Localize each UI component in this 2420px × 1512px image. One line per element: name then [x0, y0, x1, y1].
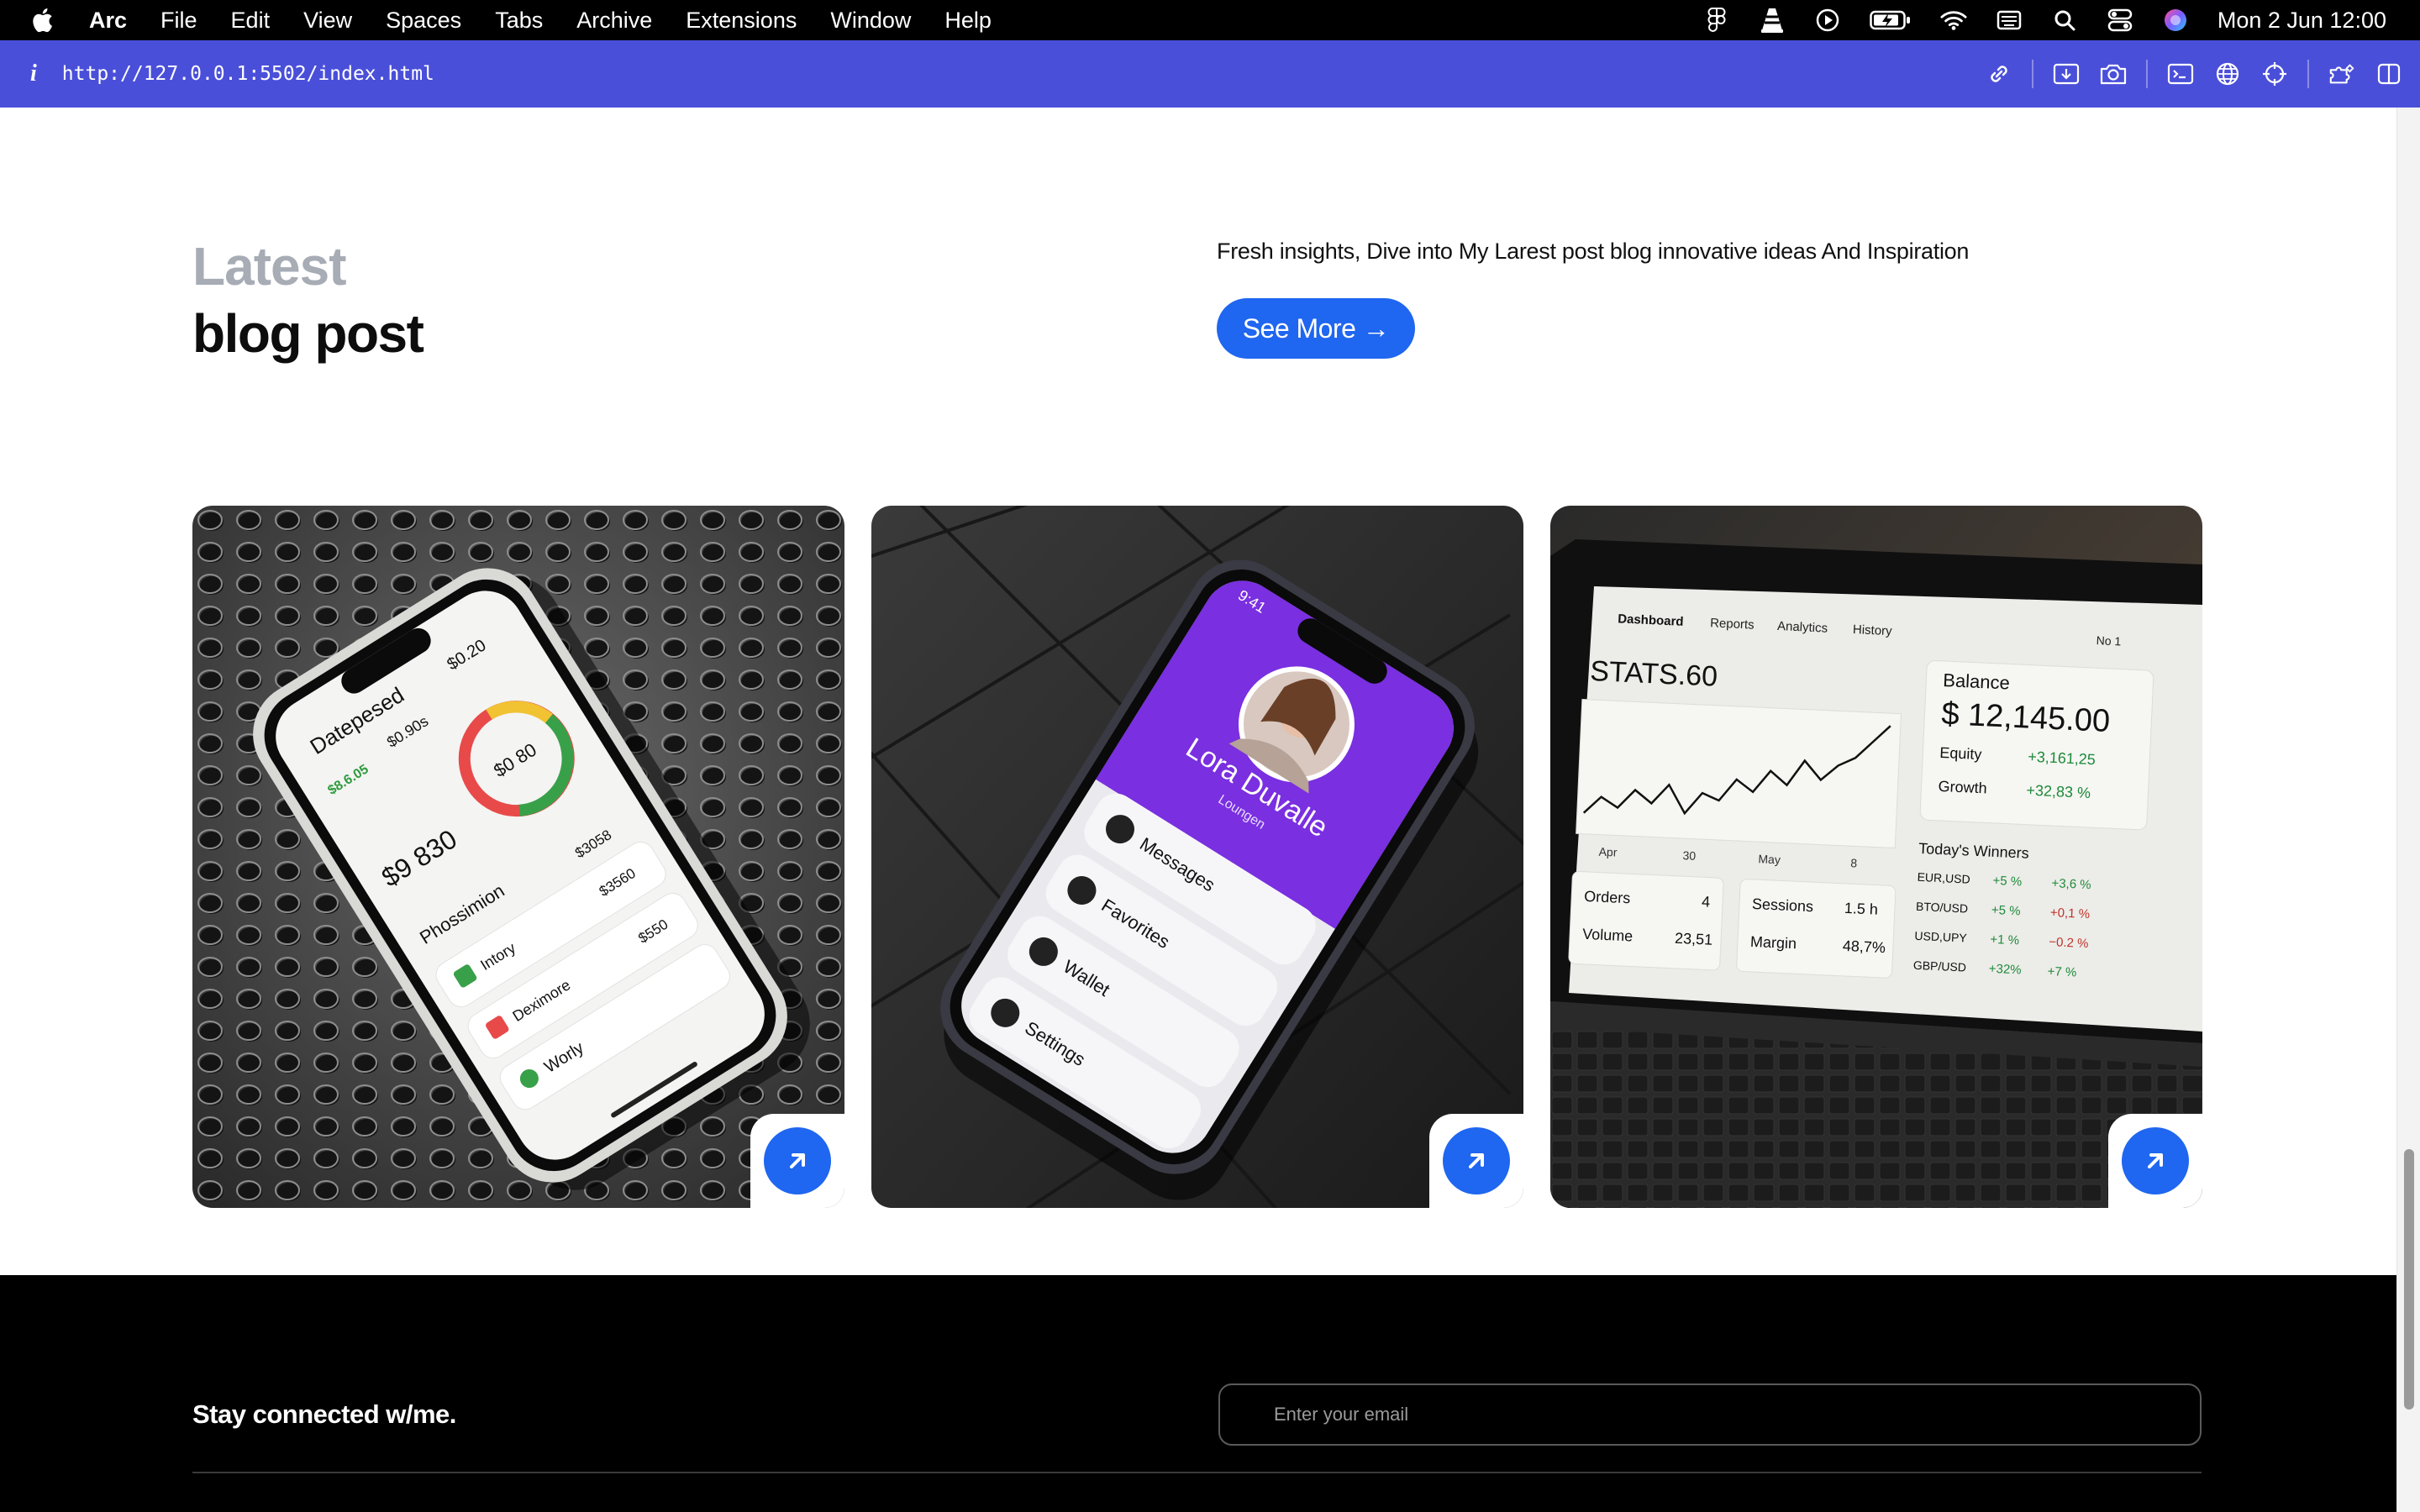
- keyboard-icon[interactable]: [1996, 7, 2023, 34]
- siri-icon[interactable]: [2162, 7, 2189, 34]
- winner-b-4: +7 %: [2047, 964, 2076, 980]
- menu-extensions[interactable]: Extensions: [686, 8, 797, 34]
- menu-spaces[interactable]: Spaces: [386, 8, 461, 34]
- section-title-top: Latest: [192, 236, 346, 297]
- orders-label: Orders: [1584, 888, 1631, 906]
- arrow-up-right-icon: [1469, 1153, 1484, 1168]
- winner-pair-2: BTO/USD: [1916, 900, 1969, 916]
- blog-card-3[interactable]: Dashboard Reports Analytics History No 1…: [1550, 506, 2202, 1208]
- control-center-icon[interactable]: [2107, 7, 2133, 34]
- browser-url-bar: i http://127.0.0.1:5502/index.html: [0, 40, 2420, 108]
- volume-label: Volume: [1582, 926, 1634, 945]
- address-text[interactable]: http://127.0.0.1:5502/index.html: [62, 63, 434, 85]
- stats-title: STATS.60: [1590, 655, 1718, 693]
- winner-b-3: −0.2 %: [2049, 935, 2089, 951]
- arrow-up-right-icon: [790, 1153, 805, 1168]
- toolbar-divider: [2307, 60, 2309, 88]
- camera-icon[interactable]: [2099, 60, 2128, 88]
- menu-file[interactable]: File: [160, 8, 197, 34]
- margin-value: 48,7%: [1842, 937, 1886, 956]
- menu-archive[interactable]: Archive: [576, 8, 652, 34]
- toolbar-divider: [2146, 60, 2148, 88]
- page-scrollbar[interactable]: [2396, 108, 2420, 1512]
- winner-pair-3: USD,UPY: [1914, 929, 1968, 945]
- sessions-label: Sessions: [1752, 895, 1814, 915]
- winner-a-2: +5 %: [1991, 903, 2021, 919]
- stats-dashboard-laptop: Dashboard Reports Analytics History No 1…: [1550, 506, 2202, 1208]
- email-input[interactable]: [1218, 1383, 2202, 1446]
- open-post-button[interactable]: [2122, 1127, 2189, 1194]
- figma-icon[interactable]: [1703, 7, 1730, 34]
- nav-badge: No 1: [2096, 633, 2121, 648]
- winner-pair-1: EUR,USD: [1917, 870, 1970, 886]
- orders-value: 4: [1702, 893, 1711, 910]
- menubar-clock[interactable]: Mon 2 Jun 12:00: [2217, 8, 2386, 34]
- equity-label: Equity: [1939, 744, 1982, 763]
- terminal-icon[interactable]: [2166, 60, 2195, 88]
- x-tick-may: May: [1758, 852, 1781, 866]
- vlc-icon[interactable]: [1759, 7, 1786, 34]
- menu-edit[interactable]: Edit: [231, 8, 271, 34]
- apple-logo-icon[interactable]: [32, 5, 57, 35]
- open-post-button[interactable]: [1443, 1127, 1510, 1194]
- finance-app-phone-mockup: Datepesed $0.20 $0.90s $8.6.05 $0 80 $9 …: [192, 506, 844, 1208]
- growth-label: Growth: [1938, 778, 1987, 797]
- volume-value: 23,51: [1675, 930, 1713, 948]
- sessions-value: 1.5 h: [1844, 900, 1878, 918]
- winner-a-1: +5 %: [1992, 874, 2022, 890]
- nav-history: History: [1853, 622, 1893, 638]
- see-more-button[interactable]: See More →: [1217, 298, 1415, 359]
- blog-card-2[interactable]: 9:41 Lora Duvalle Loungen Messages Favor…: [871, 506, 1523, 1208]
- section-title: blog post: [192, 303, 424, 364]
- margin-label: Margin: [1750, 933, 1797, 952]
- wifi-icon[interactable]: [1940, 7, 1967, 34]
- app-menu-arc[interactable]: Arc: [89, 8, 127, 34]
- balance-label: Balance: [1943, 669, 2011, 694]
- nav-analytics: Analytics: [1777, 619, 1828, 636]
- winner-pair-4: GBP/USD: [1913, 958, 1967, 974]
- menu-view[interactable]: View: [303, 8, 352, 34]
- globe-icon[interactable]: [2213, 60, 2242, 88]
- toolbar-divider: [2032, 60, 2033, 88]
- download-icon[interactable]: [2052, 60, 2081, 88]
- nav-dashboard: Dashboard: [1618, 612, 1684, 629]
- winner-b-2: +0,1 %: [2050, 906, 2091, 921]
- play-icon[interactable]: [1814, 7, 1841, 34]
- profile-app-phone-mockup: 9:41 Lora Duvalle Loungen Messages Favor…: [871, 506, 1523, 1208]
- crosshair-icon[interactable]: [2260, 60, 2289, 88]
- battery-icon: [1870, 7, 1912, 34]
- winner-a-4: +32%: [1988, 962, 2022, 978]
- link-icon[interactable]: [1985, 60, 2013, 88]
- blog-card-1[interactable]: Datepesed $0.20 $0.90s $8.6.05 $0 80 $9 …: [192, 506, 844, 1208]
- menu-tabs[interactable]: Tabs: [495, 8, 543, 34]
- winner-b-1: +3,6 %: [2051, 876, 2091, 892]
- arrow-up-right-icon: [2148, 1153, 2163, 1168]
- growth-value: +32,83 %: [2026, 782, 2091, 801]
- open-post-button[interactable]: [764, 1127, 831, 1194]
- x-tick-apr: Apr: [1598, 845, 1618, 859]
- menu-window[interactable]: Window: [830, 8, 911, 34]
- x-tick-8: 8: [1850, 856, 1858, 869]
- menu-help[interactable]: Help: [944, 8, 992, 34]
- footer-divider: [192, 1472, 2202, 1473]
- newsletter-heading: Stay connected w/me.: [192, 1399, 456, 1429]
- search-icon[interactable]: [2051, 7, 2078, 34]
- x-tick-30: 30: [1682, 848, 1696, 863]
- site-info-icon[interactable]: i: [30, 60, 37, 87]
- equity-value: +3,161,25: [2028, 748, 2096, 769]
- macos-menubar: Arc File Edit View Spaces Tabs Archive E…: [0, 0, 2420, 40]
- nav-reports: Reports: [1710, 616, 1754, 632]
- section-description: Fresh insights, Dive into My Larest post…: [1217, 239, 1970, 264]
- scrollbar-thumb[interactable]: [2404, 1149, 2414, 1410]
- extensions-icon[interactable]: [2328, 60, 2356, 88]
- winner-a-3: +1 %: [1990, 932, 2019, 948]
- sidebar-icon[interactable]: [2375, 60, 2403, 88]
